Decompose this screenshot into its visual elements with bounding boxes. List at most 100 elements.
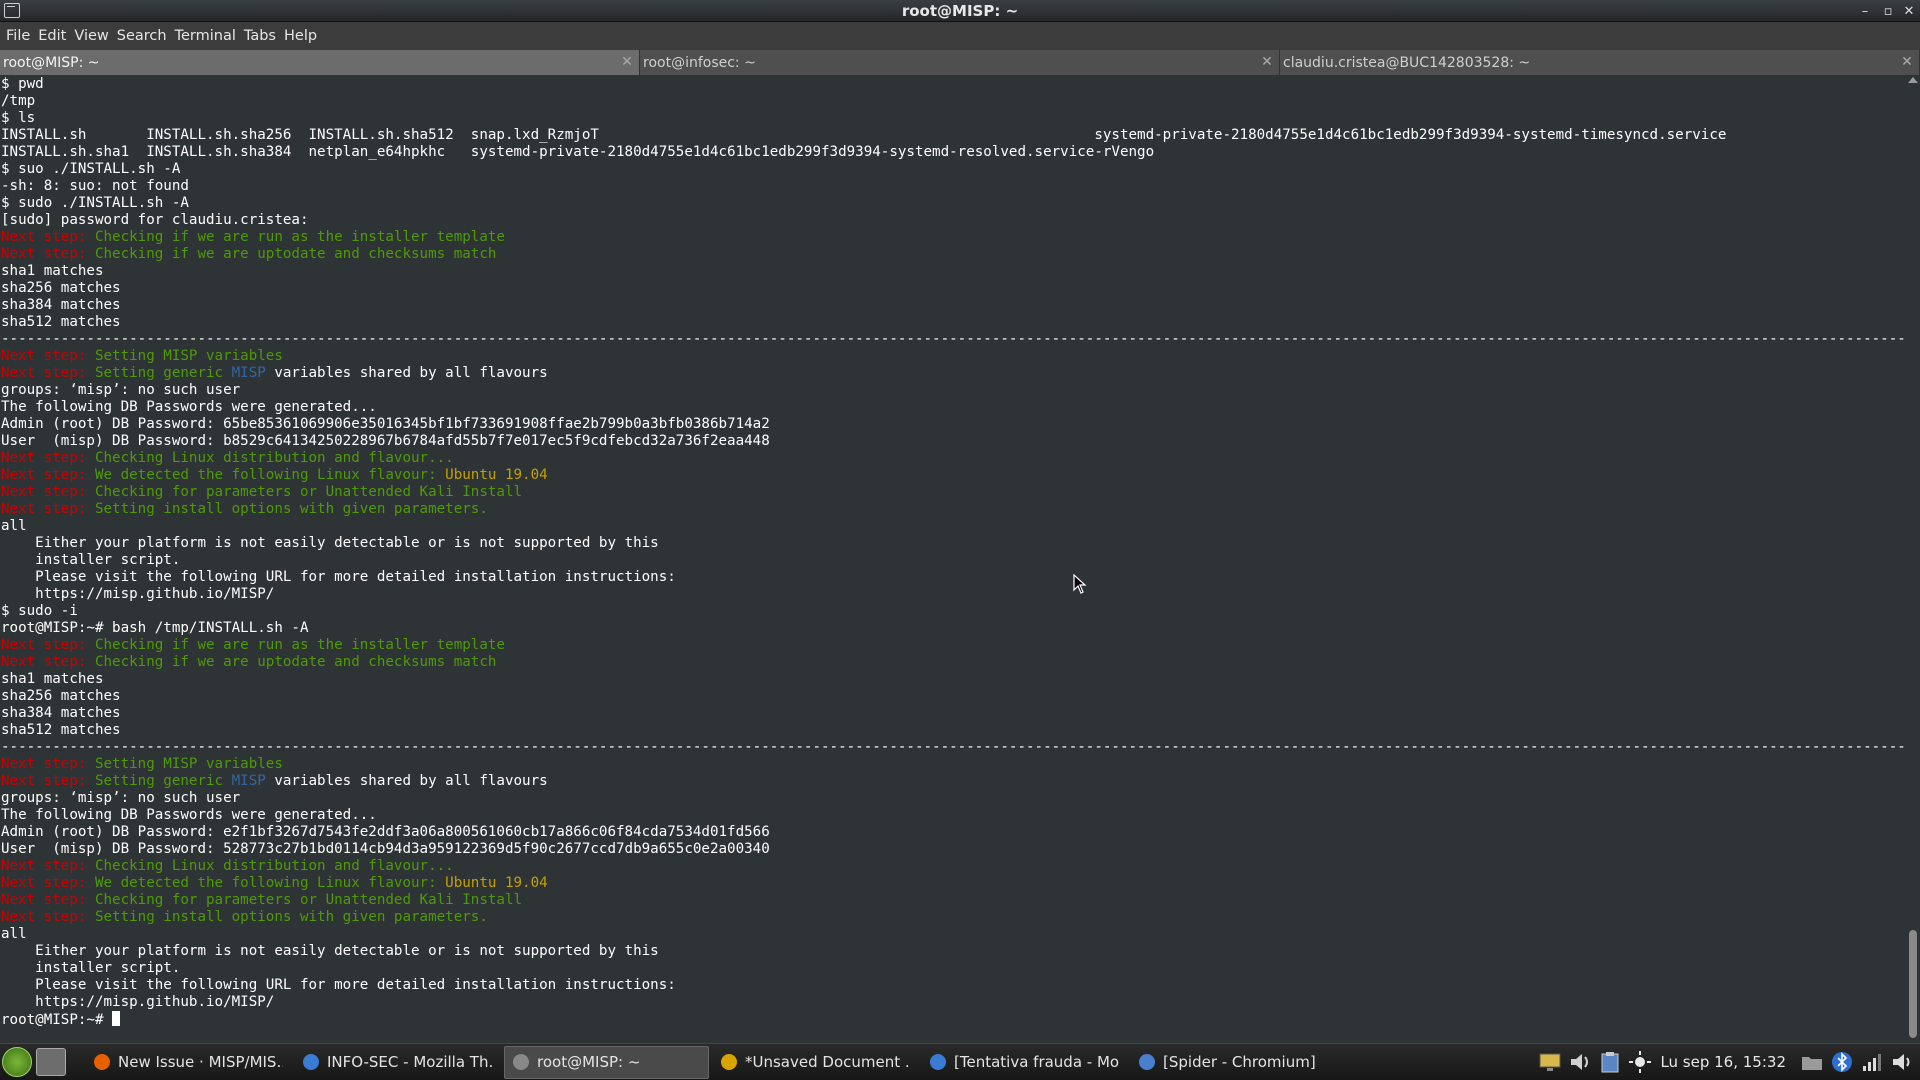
terminal-text: MISP: [231, 365, 266, 381]
taskbar-task[interactable]: New Issue · MISP/MIS...: [86, 1046, 291, 1079]
terminal-text: Checking for parameters or Unattended Ka…: [86, 892, 523, 908]
scroll-thumb[interactable]: [1909, 930, 1917, 1038]
terminal-text: INSTALL.sh INSTALL.sh.sha256 INSTALL.sh.…: [1, 127, 1727, 143]
terminal-line: Next step: Setting MISP variables: [1, 348, 1906, 365]
terminal-line: groups: ‘misp’: no such user: [1, 790, 1906, 807]
menu-terminal[interactable]: Terminal: [175, 28, 236, 44]
terminal-text: sha1 matches: [1, 671, 104, 687]
terminal-line: /tmp: [1, 93, 1906, 110]
terminal-line: Next step: Setting install options with …: [1, 909, 1906, 926]
bluetooth-icon[interactable]: [1830, 1051, 1854, 1073]
taskbar: New Issue · MISP/MIS... INFO-SEC - Mozill…: [0, 1043, 1920, 1080]
sound-tray-icon[interactable]: [1890, 1051, 1914, 1073]
window-menu-icon[interactable]: [4, 3, 20, 18]
terminal-text: root@MISP:~# bash /tmp/INSTALL.sh -A: [1, 620, 309, 636]
tab-claudiu[interactable]: claudiu.cristea@BUC142803528: ~ ✕: [1280, 50, 1920, 75]
terminal-text: Please visit the following URL for more …: [1, 569, 676, 585]
folder-icon[interactable]: [1800, 1051, 1824, 1073]
menu-edit[interactable]: Edit: [38, 28, 66, 44]
terminal-text: https://misp.github.io/MISP/: [1, 586, 275, 602]
terminal-text: Checking Linux distribution and flavour.…: [86, 858, 454, 874]
terminal-text: sha384 matches: [1, 297, 121, 313]
menu-search[interactable]: Search: [117, 28, 167, 44]
terminal-line: sha256 matches: [1, 688, 1906, 705]
menu-view[interactable]: View: [74, 28, 108, 44]
taskbar-task[interactable]: root@MISP: ~: [504, 1045, 709, 1079]
taskbar-task[interactable]: INFO-SEC - Mozilla Th...: [295, 1046, 500, 1079]
clipboard-icon[interactable]: [1598, 1051, 1622, 1073]
show-desktop-icon[interactable]: [36, 1048, 66, 1076]
terminal-line: Next step: Checking if we are uptodate a…: [1, 654, 1906, 671]
taskbar-task[interactable]: [Tentativa frauda - Mo...: [922, 1046, 1127, 1079]
tab-label: claudiu.cristea@BUC142803528: ~: [1283, 54, 1531, 71]
menu-tabs[interactable]: Tabs: [244, 28, 276, 44]
menu-help[interactable]: Help: [284, 28, 317, 44]
taskbar-task-label: INFO-SEC - Mozilla Th...: [327, 1053, 492, 1071]
clock[interactable]: Lu sep 16, 15:32: [1660, 1053, 1786, 1071]
tab-close-icon[interactable]: ✕: [619, 53, 635, 71]
terminal-scrollbar[interactable]: [1906, 75, 1920, 1043]
display-icon[interactable]: [1538, 1051, 1562, 1073]
terminal-text: Next step:: [1, 875, 87, 891]
minimize-icon[interactable]: –: [1856, 0, 1874, 22]
terminal-line: Next step: Checking if we are run as the…: [1, 229, 1906, 246]
terminal-text: Setting MISP variables: [86, 348, 283, 364]
terminal-text: all: [1, 926, 27, 942]
terminal-line: Next step: Checking Linux distribution a…: [1, 858, 1906, 875]
mouse-pointer-icon: [1073, 574, 1087, 594]
tab-close-icon[interactable]: ✕: [1899, 53, 1915, 71]
terminal-text: Setting install options with given param…: [86, 909, 488, 925]
terminal-text: User (misp) DB Password: b8529c641342502…: [1, 433, 770, 449]
terminal-text: groups: ‘misp’: no such user: [1, 382, 241, 398]
terminal-text: User (misp) DB Password: 528773c27b1bd01…: [1, 841, 770, 857]
terminal-line: Next step: Checking for parameters or Un…: [1, 484, 1906, 501]
terminal-text: INSTALL.sh.sha1 INSTALL.sh.sha384 netpla…: [1, 144, 1155, 160]
maximize-icon[interactable]: ▫: [1879, 0, 1897, 22]
terminal-text: Setting generic: [86, 773, 232, 789]
taskbar-task[interactable]: *Unsaved Document ...: [713, 1046, 918, 1079]
start-menu-icon[interactable]: [2, 1047, 32, 1077]
network-icon[interactable]: [1860, 1051, 1884, 1073]
terminal-text: Setting MISP variables: [86, 756, 283, 772]
terminal-text: Checking if we are uptodate and checksum…: [86, 246, 497, 262]
terminal-output[interactable]: $ pwd/tmp $ ls INSTALL.sh INSTALL.sh.sha25…: [0, 75, 1906, 1043]
thunderbird-icon: [303, 1054, 319, 1070]
menu-bar: File Edit View Search Terminal Tabs Help: [0, 22, 1920, 50]
tab-root-infosec[interactable]: root@infosec: ~ ✕: [640, 50, 1280, 75]
tab-close-icon[interactable]: ✕: [1259, 53, 1275, 71]
terminal-text: sha256 matches: [1, 280, 121, 296]
terminal-text: sha512 matches: [1, 722, 121, 738]
terminal-line: https://misp.github.io/MISP/: [1, 586, 1906, 603]
terminal-text: ----------------------------------------…: [1, 331, 1906, 347]
terminal-line: installer script.: [1, 960, 1906, 977]
terminal-text: Next step:: [1, 467, 87, 483]
terminal-text: sha512 matches: [1, 314, 121, 330]
close-icon[interactable]: ✕: [1900, 0, 1918, 22]
terminal-line: -sh: 8: suo: not found: [1, 178, 1906, 195]
menu-file[interactable]: File: [6, 28, 30, 44]
terminal-line: User (misp) DB Password: b8529c641342502…: [1, 433, 1906, 450]
scroll-up-icon[interactable]: [1908, 77, 1918, 83]
firefox-icon: [94, 1054, 110, 1070]
terminal-line: Next step: We detected the following Lin…: [1, 875, 1906, 892]
terminal-text: sha256 matches: [1, 688, 121, 704]
terminal-text: variables shared by all flavours: [265, 365, 548, 381]
tab-root-misp[interactable]: root@MISP: ~ ✕: [0, 50, 640, 75]
terminal-line: ----------------------------------------…: [1, 739, 1906, 756]
terminal-line: sha1 matches: [1, 263, 1906, 280]
taskbar-task[interactable]: [Spider - Chromium]: [1131, 1046, 1336, 1079]
terminal-line: Next step: Setting generic MISP variable…: [1, 365, 1906, 382]
terminal-text: root@MISP:~#: [1, 1012, 113, 1028]
terminal-text: installer script.: [1, 552, 181, 568]
terminal-text: $ pwd: [1, 76, 44, 92]
terminal-line: Next step: Checking for parameters or Un…: [1, 892, 1906, 909]
volume-icon[interactable]: [1568, 1051, 1592, 1073]
terminal-text: We detected the following Linux flavour:: [86, 875, 446, 891]
terminal-line: groups: ‘misp’: no such user: [1, 382, 1906, 399]
terminal-line: Next step: Setting install options with …: [1, 501, 1906, 518]
window-title: root@MISP: ~: [901, 1, 1019, 20]
terminal-text: Please visit the following URL for more …: [1, 977, 676, 993]
brightness-icon[interactable]: [1628, 1051, 1652, 1073]
terminal-text: $ suo ./INSTALL.sh -A: [1, 161, 181, 177]
terminal-line: INSTALL.sh INSTALL.sh.sha256 INSTALL.sh.…: [1, 127, 1906, 144]
